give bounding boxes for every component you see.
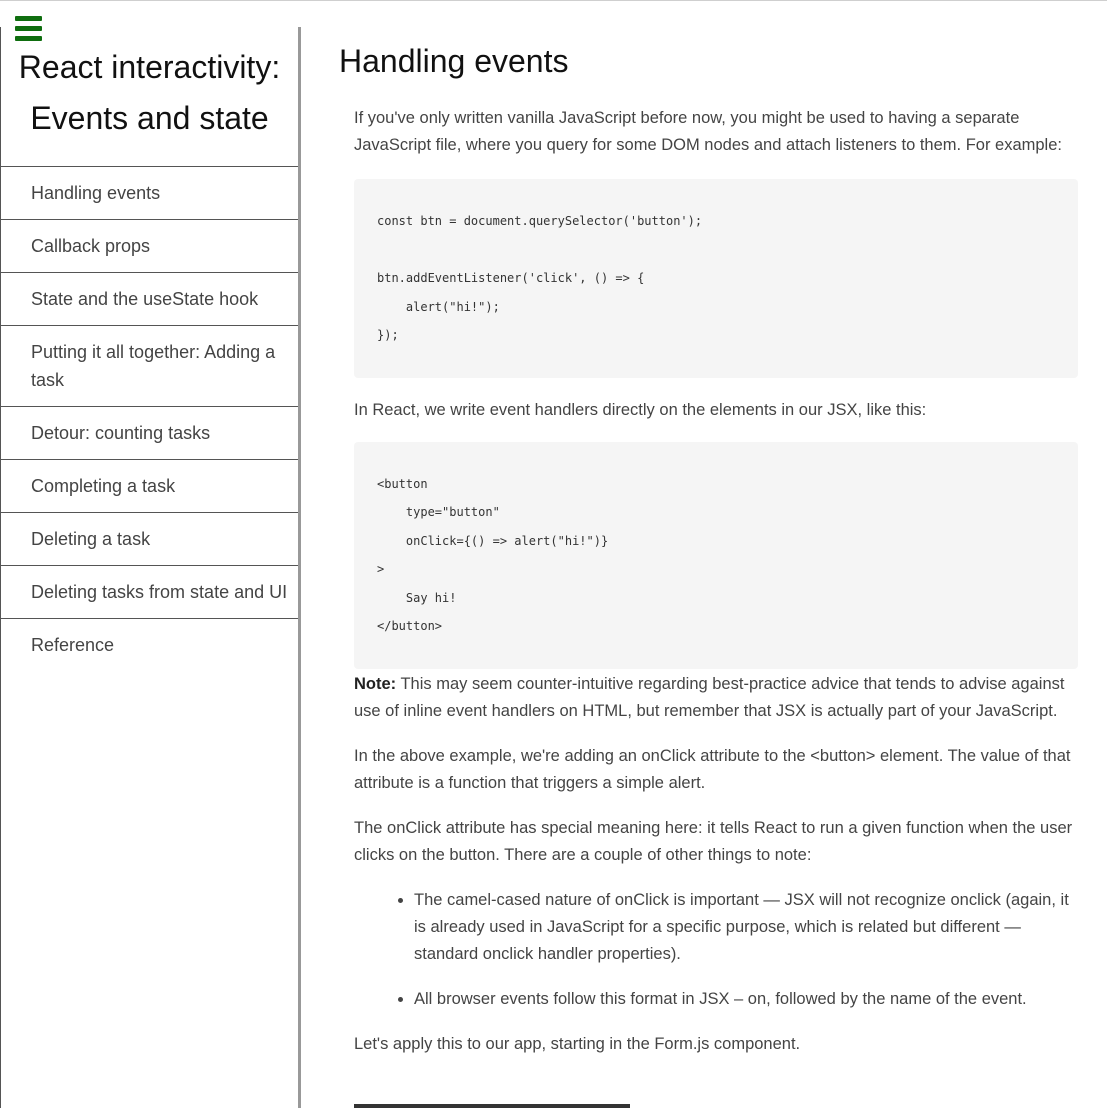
sidebar-item-completing-a-task[interactable]: Completing a task xyxy=(1,460,298,513)
sidebar-title-line1: React interactivity: xyxy=(18,49,281,85)
react-paragraph: In React, we write event handlers direct… xyxy=(354,400,927,419)
code-line: btn.addEventListener('click', () => { xyxy=(377,271,645,285)
code-block-vanilla-js: const btn = document.querySelector('butt… xyxy=(354,179,1078,378)
sidebar-title-line2: Events and state xyxy=(30,100,269,136)
note-text: This may seem counter-intuitive regardin… xyxy=(354,674,1065,720)
intro-paragraph: If you've only written vanilla JavaScrip… xyxy=(354,109,1062,154)
sidebar-item-state-usestate[interactable]: State and the useState hook xyxy=(1,273,298,326)
main-content: Handling events If you've only written v… xyxy=(339,27,1084,1058)
code-line: }); xyxy=(377,328,399,342)
list-item: The camel-cased nature of onClick is imp… xyxy=(414,887,1078,968)
sidebar-item-reference[interactable]: Reference xyxy=(1,619,298,671)
code-line: > xyxy=(377,562,385,576)
code-line: Say hi! xyxy=(377,590,457,605)
sidebar: React interactivity: Events and state Ha… xyxy=(0,27,301,1108)
page-title: Handling events xyxy=(339,43,569,79)
code-line: const btn = document.querySelector('butt… xyxy=(377,214,703,228)
note-paragraph: Note: This may seem counter-intuitive re… xyxy=(354,671,1078,725)
next-code-block-edge xyxy=(354,1104,630,1108)
sidebar-item-handling-events[interactable]: Handling events xyxy=(1,167,298,220)
list-item: All browser events follow this format in… xyxy=(414,986,1078,1013)
code-line: </button> xyxy=(377,619,443,633)
above-example-paragraph: In the above example, we're adding an on… xyxy=(354,746,1071,792)
sidebar-item-deleting-tasks-state-ui[interactable]: Deleting tasks from state and UI xyxy=(1,566,298,619)
sidebar-item-deleting-a-task[interactable]: Deleting a task xyxy=(1,513,298,566)
code-line: onClick={() => alert("hi!")} xyxy=(377,533,609,548)
sidebar-nav: Handling events Callback props State and… xyxy=(1,167,298,671)
onclick-paragraph: The onClick attribute has special meanin… xyxy=(354,818,1073,864)
code-line: type="button" xyxy=(377,505,500,519)
notes-list: The camel-cased nature of onClick is imp… xyxy=(354,887,1078,1013)
sidebar-title: React interactivity: Events and state xyxy=(1,27,298,167)
note-label: Note: xyxy=(354,674,397,693)
code-line: <button xyxy=(377,476,428,491)
code-line: alert("hi!"); xyxy=(377,299,500,314)
sidebar-item-counting-tasks[interactable]: Detour: counting tasks xyxy=(1,407,298,460)
code-block-jsx: <button type="button" onClick={() => ale… xyxy=(354,441,1078,669)
sidebar-item-callback-props[interactable]: Callback props xyxy=(1,220,298,273)
sidebar-item-adding-a-task[interactable]: Putting it all together: Adding a task xyxy=(1,326,298,407)
apply-paragraph: Let's apply this to our app, starting in… xyxy=(354,1034,801,1053)
